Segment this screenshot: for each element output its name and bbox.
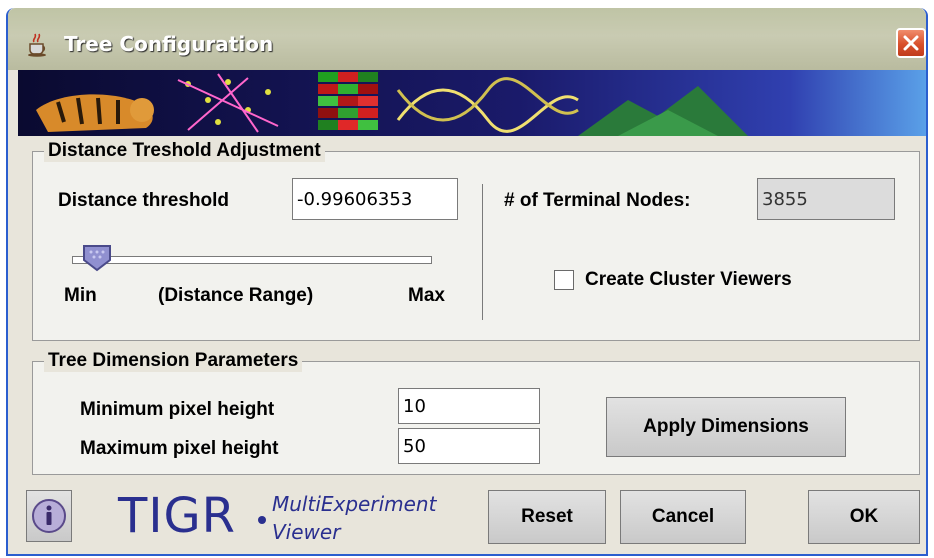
distance-slider[interactable] <box>64 244 440 272</box>
info-icon <box>32 499 66 533</box>
brand-line-1: MultiExperiment <box>272 492 437 516</box>
distance-threshold-label: Distance threshold <box>58 190 230 211</box>
close-icon <box>903 35 919 51</box>
title-bar[interactable]: Tree Configuration <box>8 8 926 70</box>
cancel-button[interactable]: Cancel <box>620 490 746 544</box>
cluster-viewers-label[interactable]: Create Cluster Viewers <box>585 269 792 291</box>
cluster-viewers-checkbox[interactable] <box>554 270 574 290</box>
slider-range-label: (Distance Range) <box>158 285 314 306</box>
max-height-label: Maximum pixel height <box>80 438 279 459</box>
distance-group-title: Distance Treshold Adjustment <box>44 140 325 162</box>
info-button[interactable] <box>26 490 72 542</box>
java-cup-icon <box>28 33 46 57</box>
slider-min-label: Min <box>64 285 97 306</box>
brand-bullet <box>258 516 266 524</box>
apply-dimensions-button[interactable]: Apply Dimensions <box>606 397 846 457</box>
min-height-label: Minimum pixel height <box>80 399 275 420</box>
slider-thumb[interactable] <box>82 244 112 272</box>
slider-track <box>72 256 432 264</box>
min-height-field[interactable]: 10 <box>398 388 540 424</box>
tigr-logo: TIGR <box>118 488 237 544</box>
terminal-nodes-field: 3855 <box>757 178 895 220</box>
distance-threshold-field[interactable]: -0.99606353 <box>292 178 458 220</box>
banner-image <box>18 70 926 136</box>
brand-line-2: Viewer <box>272 520 341 544</box>
dimension-group-title: Tree Dimension Parameters <box>44 350 303 372</box>
slider-max-label: Max <box>408 285 445 306</box>
max-height-field[interactable]: 50 <box>398 428 540 464</box>
close-button[interactable] <box>896 28 926 58</box>
group-divider <box>482 184 483 320</box>
ok-button[interactable]: OK <box>808 490 920 544</box>
window-title: Tree Configuration <box>64 32 274 56</box>
tree-configuration-window: Tree Configuration Distance Treshold Adj… <box>6 8 928 556</box>
reset-button[interactable]: Reset <box>488 490 606 544</box>
terminal-nodes-label: # of Terminal Nodes: <box>504 190 691 211</box>
